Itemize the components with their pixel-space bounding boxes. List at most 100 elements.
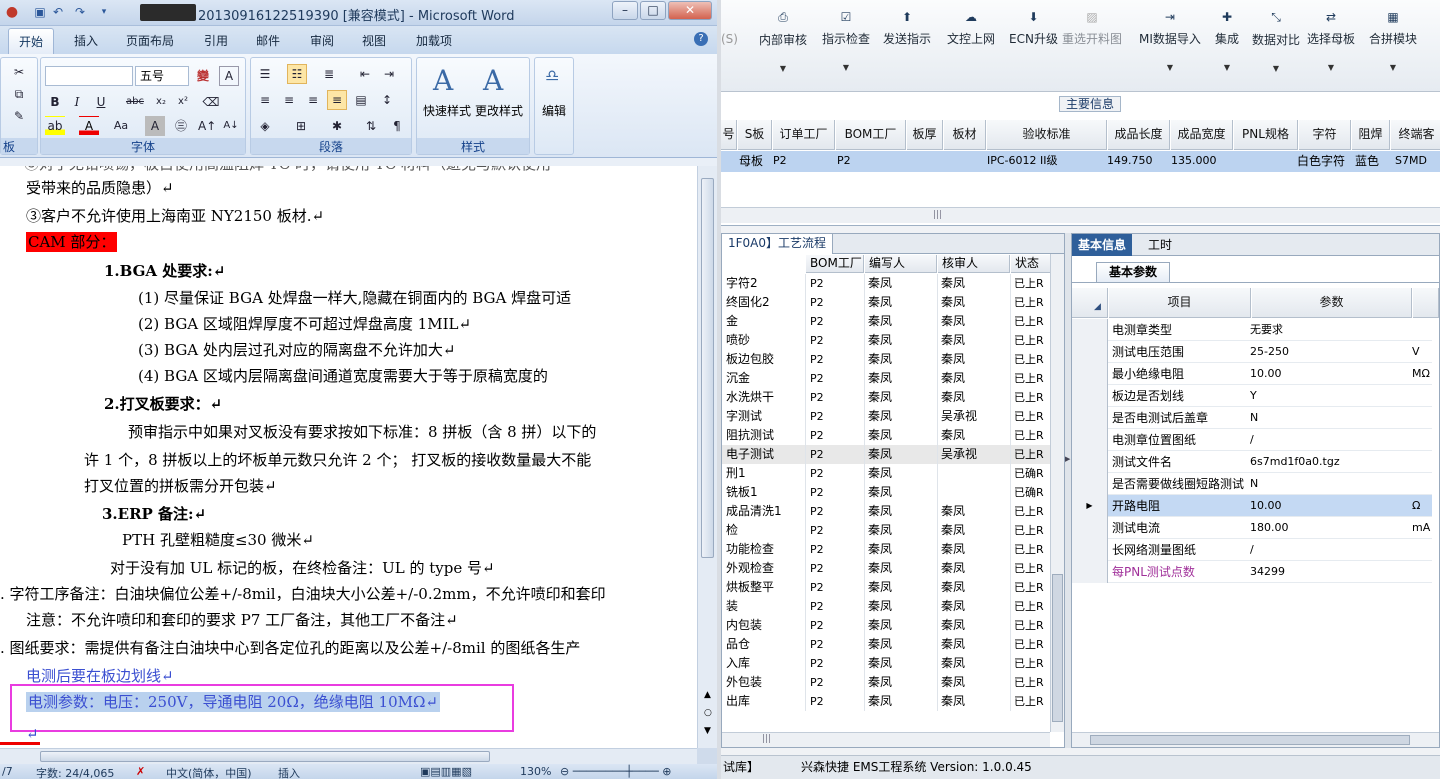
param-cell-value[interactable]: / bbox=[1250, 539, 1254, 561]
quick-styles-label[interactable]: 快速样式 bbox=[423, 102, 471, 119]
toolbar-doc-online[interactable]: ☁ 文控上网 bbox=[947, 10, 995, 47]
subscript-icon[interactable]: x₂ bbox=[151, 92, 171, 112]
char-border-icon[interactable]: A bbox=[219, 66, 239, 86]
process-row[interactable]: 品仓 P2 秦凤 秦凤 已上R bbox=[722, 635, 1050, 654]
status-insert-mode[interactable]: 插入 bbox=[278, 765, 300, 779]
toolbar-send-instruction[interactable]: ⬆ 发送指示 bbox=[883, 10, 931, 47]
info-scroll-thumb[interactable] bbox=[1090, 735, 1410, 745]
col-header[interactable]: 号 bbox=[721, 120, 737, 150]
row-gutter[interactable] bbox=[1072, 341, 1108, 363]
scroll-thumb[interactable] bbox=[701, 178, 714, 558]
word-vertical-scrollbar[interactable]: ▲ ○ ▼ bbox=[697, 166, 717, 748]
param-cell-value[interactable]: Y bbox=[1250, 385, 1257, 407]
change-styles-icon[interactable]: A bbox=[483, 64, 503, 97]
row-gutter[interactable] bbox=[1072, 319, 1108, 341]
col-header-item[interactable]: 项目 bbox=[1109, 288, 1251, 318]
col-header[interactable]: BOM工厂 bbox=[806, 255, 864, 273]
underline-icon[interactable]: U bbox=[91, 92, 111, 112]
process-scroll-thumb[interactable] bbox=[1052, 574, 1063, 722]
col-header[interactable]: 订单工厂 bbox=[773, 120, 835, 150]
phonetic-icon[interactable]: 變 bbox=[193, 66, 213, 86]
process-row[interactable]: 金 P2 秦凤 秦凤 已上R bbox=[722, 312, 1050, 331]
param-cell-value[interactable]: 无要求 bbox=[1250, 319, 1283, 341]
shading-icon[interactable]: ◈ bbox=[255, 116, 275, 136]
tab-insert[interactable]: 插入 bbox=[74, 32, 98, 49]
param-row[interactable]: 是否电测试后盖章 N bbox=[1072, 407, 1432, 429]
minimize-icon[interactable]: – bbox=[612, 1, 638, 20]
process-hscrollbar[interactable]: ||| bbox=[722, 732, 1050, 747]
dropdown-arrow-icon[interactable]: ▼ bbox=[822, 63, 870, 72]
param-cell-value[interactable]: 10.00 bbox=[1250, 495, 1282, 517]
dropdown-arrow-icon[interactable]: ▼ bbox=[1252, 64, 1300, 73]
current-row-arrow-icon[interactable]: ▶ bbox=[1072, 495, 1108, 517]
row-gutter[interactable] bbox=[1072, 429, 1108, 451]
doc-line-selected[interactable]: 电测参数：电压：250V，导通电阻 20Ω，绝缘电阻 10MΩ↵ bbox=[26, 692, 440, 712]
view-buttons-icon[interactable]: ▣▤▥▦▧ bbox=[420, 765, 472, 778]
cut-icon[interactable]: ✂ bbox=[9, 62, 29, 82]
italic-icon[interactable]: I bbox=[67, 92, 87, 112]
process-row[interactable]: 字测试 P2 秦凤 吴承视 已上R bbox=[722, 407, 1050, 426]
row-gutter[interactable] bbox=[1072, 517, 1108, 539]
strikethrough-icon[interactable]: abc bbox=[125, 92, 145, 112]
asian-layout-icon[interactable]: ✱ bbox=[327, 116, 347, 136]
param-row[interactable]: 最小绝缘电阻 10.00 MΩ bbox=[1072, 363, 1432, 385]
undo-icon[interactable]: ↶ bbox=[50, 4, 66, 20]
process-row[interactable]: 出库 P2 秦凤 秦凤 已上R bbox=[722, 692, 1050, 711]
dropdown-arrow-icon[interactable]: ▼ bbox=[1139, 63, 1201, 72]
row-gutter[interactable] bbox=[1072, 363, 1108, 385]
col-header[interactable]: 成品长度 bbox=[1108, 120, 1170, 150]
hscroll-thumb[interactable] bbox=[40, 751, 490, 762]
next-page-icon[interactable]: ▼ bbox=[704, 726, 711, 736]
row-gutter[interactable] bbox=[1072, 539, 1108, 561]
sort-icon[interactable]: ⇅ bbox=[361, 116, 381, 136]
col-header-param[interactable]: 参数 bbox=[1252, 288, 1412, 318]
param-cell-value[interactable]: / bbox=[1250, 429, 1254, 451]
col-header[interactable]: 验收标准 bbox=[987, 120, 1107, 150]
scroll-grip-icon[interactable]: ||| bbox=[762, 734, 771, 744]
tab-references[interactable]: 引用 bbox=[204, 32, 228, 49]
param-cell-value[interactable]: 34299 bbox=[1250, 561, 1285, 583]
clear-format-icon[interactable]: ⌫ bbox=[201, 92, 221, 112]
process-vscrollbar[interactable] bbox=[1050, 254, 1064, 732]
dropdown-arrow-icon[interactable]: ▼ bbox=[1215, 63, 1239, 72]
process-row[interactable]: 烘板整平 P2 秦凤 秦凤 已上R bbox=[722, 578, 1050, 597]
prev-page-icon[interactable]: ▲ bbox=[704, 690, 711, 700]
process-row[interactable]: 沉金 P2 秦凤 秦凤 已上R bbox=[722, 369, 1050, 388]
toolbar-internal-audit[interactable]: ⎙ 内部审核 ▼ bbox=[759, 10, 807, 73]
process-row[interactable]: 外观检查 P2 秦凤 秦凤 已上R bbox=[722, 559, 1050, 578]
param-cell-value[interactable]: N bbox=[1250, 407, 1258, 429]
proofing-icon[interactable]: ✗ bbox=[136, 765, 145, 778]
row-gutter[interactable] bbox=[1072, 407, 1108, 429]
param-row[interactable]: 测试文件名 6s7md1f0a0.tgz bbox=[1072, 451, 1432, 473]
zoom-slider[interactable]: ⊖ ────────┼──── ⊕ bbox=[560, 765, 672, 778]
dropdown-arrow-icon[interactable]: ▼ bbox=[759, 64, 807, 73]
bold-icon[interactable]: B bbox=[45, 92, 65, 112]
row-gutter[interactable] bbox=[1072, 451, 1108, 473]
col-header[interactable]: PNL规格 bbox=[1234, 120, 1298, 150]
process-row[interactable]: 内包装 P2 秦凤 秦凤 已上R bbox=[722, 616, 1050, 635]
multilevel-list-icon[interactable]: ≣ bbox=[319, 64, 339, 84]
process-row[interactable]: 装 P2 秦凤 秦凤 已上R bbox=[722, 597, 1050, 616]
tab-basic-info[interactable]: 基本信息 bbox=[1072, 234, 1133, 256]
row-gutter[interactable] bbox=[1072, 385, 1108, 407]
splitter-arrow-icon[interactable]: ▶ bbox=[1065, 455, 1070, 463]
process-row[interactable]: 外包装 P2 秦凤 秦凤 已上R bbox=[722, 673, 1050, 692]
tab-addins[interactable]: 加载项 bbox=[416, 32, 452, 49]
office-button-icon[interactable]: ● bbox=[4, 4, 20, 20]
process-row[interactable]: 电子测试 P2 秦凤 吴承视 已上R bbox=[722, 445, 1050, 464]
param-row[interactable]: 板边是否划线 Y bbox=[1072, 385, 1432, 407]
process-row[interactable]: 入库 P2 秦凤 秦凤 已上R bbox=[722, 654, 1050, 673]
process-row[interactable]: 板边包胶 P2 秦凤 秦凤 已上R bbox=[722, 350, 1050, 369]
param-row[interactable]: 每PNL测试点数 34299 bbox=[1072, 561, 1432, 583]
param-row[interactable]: 测试电流 180.00 mA bbox=[1072, 517, 1432, 539]
toolbar-data-compare[interactable]: ⤡ 数据对比 ▼ bbox=[1252, 10, 1300, 73]
scroll-grip-icon[interactable]: ||| bbox=[933, 210, 942, 220]
process-row[interactable]: 喷砂 P2 秦凤 秦凤 已上R bbox=[722, 331, 1050, 350]
browse-object-icon[interactable]: ○ bbox=[704, 708, 712, 718]
row-gutter[interactable] bbox=[1072, 561, 1108, 583]
status-page[interactable]: /7 bbox=[2, 765, 13, 778]
process-row[interactable]: 水洗烘干 P2 秦凤 秦凤 已上R bbox=[722, 388, 1050, 407]
tab-review[interactable]: 审阅 bbox=[310, 32, 334, 49]
param-row[interactable]: 测试电压范围 25-250 V bbox=[1072, 341, 1432, 363]
status-words[interactable]: 字数: 24/4,065 bbox=[36, 765, 114, 779]
